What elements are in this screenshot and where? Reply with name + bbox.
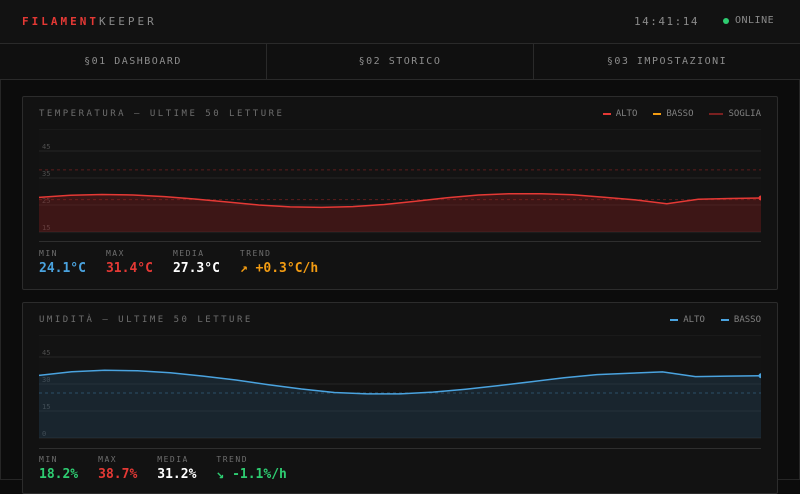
app-logo: FILAMENTKEEPER: [22, 15, 157, 28]
stat-label: MAX: [98, 455, 118, 464]
legend-item-alto: ALTO: [670, 315, 705, 325]
stat-label: MIN: [39, 249, 58, 258]
stat-label: TREND: [216, 455, 249, 464]
tab-impostazioni[interactable]: §03 IMPOSTAZIONI: [534, 44, 800, 79]
stat-value: 31.4°C: [105, 261, 153, 276]
stat-label: MAX: [105, 249, 125, 258]
temperature-stats: MIN 24.1°C MAX 31.4°C MEDIA 27.3°C TREND ↗ +…: [39, 249, 338, 276]
stat-value: ↗ +0.3°C/h: [239, 261, 319, 276]
panel-title: UMIDITÀ — ULTIME 50 LETTURE: [39, 315, 253, 325]
chart-legend: ALTO BASSO: [654, 315, 761, 325]
legend-swatch-icon: [653, 113, 662, 115]
y-tick-label: 45: [42, 143, 50, 151]
legend-swatch-icon: [709, 113, 724, 115]
humidity-stats: MIN 18.2% MAX 38.7% MEDIA 31.2% TREND ↘ -1.1…: [39, 455, 307, 482]
legend-item-soglia: SOGLIA: [709, 109, 761, 119]
stat-media: MEDIA 31.2%: [157, 455, 196, 482]
stat-media: MEDIA 27.3°C: [173, 249, 220, 276]
chart-legend: ALTO BASSO SOGLIA: [587, 109, 761, 119]
stat-min: MIN 18.2%: [39, 455, 78, 482]
humidity-panel: UMIDITÀ — ULTIME 50 LETTURE ALTO BASSO 0…: [22, 302, 778, 494]
legend-swatch-icon: [602, 113, 611, 115]
clock: 14:41:14: [634, 15, 699, 28]
stat-trend: TREND ↘ -1.1%/h: [216, 455, 286, 482]
brand-rest: KEEPER: [98, 15, 157, 28]
stat-label: TREND: [239, 249, 272, 258]
legend-label: SOGLIA: [728, 109, 761, 119]
stat-value: 24.1°C: [39, 261, 86, 276]
stat-label: MEDIA: [172, 249, 205, 258]
legend-label: ALTO: [683, 315, 705, 325]
stat-value: 27.3°C: [172, 261, 220, 276]
legend-label: BASSO: [733, 315, 761, 325]
legend-item-basso: BASSO: [720, 315, 761, 325]
legend-label: ALTO: [615, 109, 638, 119]
panel-title: TEMPERATURA — ULTIME 50 LETTURE: [39, 109, 285, 119]
stat-label: MIN: [39, 455, 58, 464]
tab-dashboard[interactable]: §01 DASHBOARD: [0, 44, 267, 79]
stat-max: MAX 31.4°C: [106, 249, 153, 276]
status-dot-icon: [723, 17, 729, 24]
legend-swatch-icon: [720, 319, 729, 321]
stat-trend: TREND ↗ +0.3°C/h: [240, 249, 318, 276]
stat-label: MEDIA: [157, 455, 189, 464]
y-tick-label: 35: [42, 170, 50, 178]
legend-item-basso: BASSO: [653, 109, 693, 119]
temperature-chart: 15253545: [39, 129, 761, 234]
connection-status: ONLINE: [723, 15, 774, 26]
divider: [39, 241, 761, 242]
nav-tabs: §01 DASHBOARD §02 STORICO §03 IMPOSTAZIO…: [0, 44, 800, 80]
temperature-panel: TEMPERATURA — ULTIME 50 LETTURE ALTO BAS…: [22, 96, 778, 290]
stat-min: MIN 24.1°C: [39, 249, 86, 276]
brand-accent: FILAMENT: [22, 15, 99, 28]
status-label: ONLINE: [735, 15, 775, 26]
y-tick-label: 45: [42, 349, 50, 357]
legend-swatch-icon: [670, 319, 679, 321]
humidity-chart: 0153045: [39, 335, 761, 440]
tab-storico[interactable]: §02 STORICO: [267, 44, 534, 79]
legend-item-alto: ALTO: [602, 109, 638, 119]
legend-label: BASSO: [666, 109, 694, 119]
stat-max: MAX 38.7%: [98, 455, 137, 482]
divider: [39, 448, 761, 449]
app-header: FILAMENTKEEPER 14:41:14 ONLINE: [0, 0, 800, 44]
